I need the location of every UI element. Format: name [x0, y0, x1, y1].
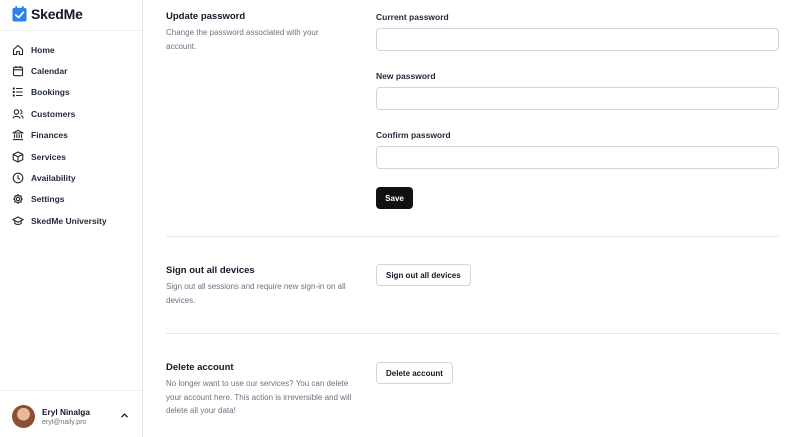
user-info: Eryl Ninalga eryl@naily.pro	[42, 407, 90, 426]
sidebar-item-customers[interactable]: Customers	[0, 103, 142, 124]
sidebar-item-label: Calendar	[31, 66, 68, 77]
sidebar-item-availability[interactable]: Availability	[0, 167, 142, 188]
sign-out-title: Sign out all devices	[166, 265, 255, 276]
save-button[interactable]: Save	[376, 187, 413, 209]
sidebar-item-services[interactable]: Services	[0, 146, 142, 167]
users-icon	[12, 108, 24, 120]
sidebar-item-finances[interactable]: Finances	[0, 125, 142, 146]
chevron-up-icon[interactable]	[120, 411, 129, 420]
delete-account-button[interactable]: Delete account	[376, 362, 453, 384]
sidebar-item-label: Settings	[31, 194, 65, 205]
delete-account-description: No longer want to use our services? You …	[166, 379, 352, 415]
app-name: SkedMe	[31, 6, 83, 22]
avatar	[12, 404, 35, 428]
sidebar-item-label: Services	[31, 151, 66, 162]
user-menu[interactable]: Eryl Ninalga eryl@naily.pro	[12, 403, 134, 429]
box-icon	[12, 151, 24, 163]
sidebar-item-label: Finances	[31, 130, 68, 141]
user-name: Eryl Ninalga	[42, 406, 90, 417]
sidebar: SkedMe Home Calendar Bookings Customers	[0, 0, 143, 437]
sidebar-item-label: SkedMe University	[31, 215, 107, 226]
new-password-input[interactable]	[376, 87, 779, 110]
home-icon	[12, 44, 24, 56]
sidebar-item-label: Customers	[31, 108, 76, 119]
list-icon	[12, 86, 24, 98]
confirm-password-label: Confirm password	[376, 130, 451, 140]
confirm-password-input[interactable]	[376, 146, 779, 169]
sidebar-item-university[interactable]: SkedMe University	[0, 210, 142, 231]
divider	[0, 390, 142, 391]
calendar-icon	[12, 65, 24, 77]
calendar-check-logo-icon	[12, 6, 27, 22]
divider	[0, 30, 142, 31]
sidebar-nav: Home Calendar Bookings Customers Finance…	[0, 39, 142, 232]
user-email: eryl@naily.pro	[42, 418, 87, 426]
new-password-label: New password	[376, 71, 436, 81]
app-logo[interactable]: SkedMe	[12, 5, 83, 23]
sidebar-item-calendar[interactable]: Calendar	[0, 60, 142, 81]
current-password-label: Current password	[376, 12, 449, 22]
graduation-cap-icon	[12, 215, 24, 227]
update-password-description: Change the password associated with your…	[166, 28, 319, 51]
sidebar-item-label: Bookings	[31, 87, 70, 98]
delete-account-title: Delete account	[166, 362, 234, 373]
sign-out-all-button[interactable]: Sign out all devices	[376, 264, 471, 286]
sidebar-item-settings[interactable]: Settings	[0, 189, 142, 210]
divider	[166, 236, 779, 237]
gear-icon	[12, 193, 24, 205]
sidebar-item-label: Home	[31, 44, 55, 55]
sign-out-description: Sign out all sessions and require new si…	[166, 282, 346, 305]
sidebar-item-bookings[interactable]: Bookings	[0, 82, 142, 103]
bank-icon	[12, 129, 24, 141]
current-password-input[interactable]	[376, 28, 779, 51]
clock-icon	[12, 172, 24, 184]
update-password-title: Update password	[166, 11, 246, 22]
sidebar-item-home[interactable]: Home	[0, 39, 142, 60]
sidebar-item-label: Availability	[31, 173, 76, 184]
divider	[166, 333, 779, 334]
